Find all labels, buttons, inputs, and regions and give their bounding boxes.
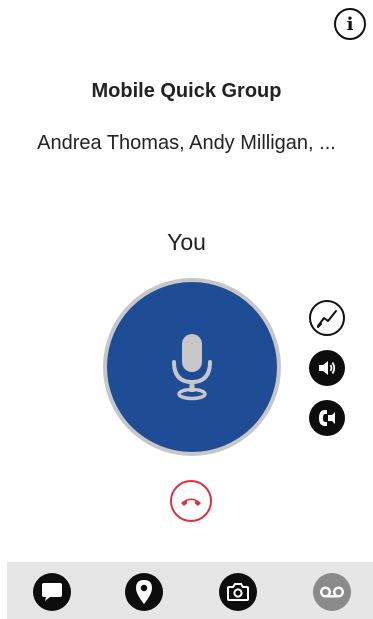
microphone-icon	[172, 334, 212, 401]
handset-icon	[319, 410, 335, 426]
location-button[interactable]	[125, 573, 163, 611]
bottom-toolbar	[7, 562, 373, 619]
info-button[interactable]: i	[334, 8, 366, 40]
call-stats-button[interactable]	[309, 300, 345, 336]
push-to-talk-inner	[107, 282, 277, 452]
speaker-button[interactable]	[309, 350, 345, 386]
camera-button[interactable]	[219, 573, 257, 611]
group-title: Mobile Quick Group	[91, 80, 282, 102]
camera-icon	[227, 583, 249, 601]
speaker-volume-icon	[319, 361, 336, 375]
voicemail-icon	[319, 586, 345, 598]
end-call-button[interactable]	[170, 480, 212, 522]
line-chart-icon	[317, 310, 337, 328]
handset-mode-button[interactable]	[309, 400, 345, 436]
participant-list: Andrea Thomas, Andy Milligan, ...	[37, 132, 336, 154]
location-pin-icon	[136, 580, 152, 604]
push-to-talk-button[interactable]	[103, 278, 281, 456]
phone-hangup-icon	[181, 498, 201, 506]
chat-bubble-icon	[42, 583, 62, 601]
info-icon: i	[346, 13, 354, 35]
voicemail-button[interactable]	[313, 573, 351, 611]
chat-button[interactable]	[33, 573, 71, 611]
current-speaker-label: You	[167, 229, 206, 255]
